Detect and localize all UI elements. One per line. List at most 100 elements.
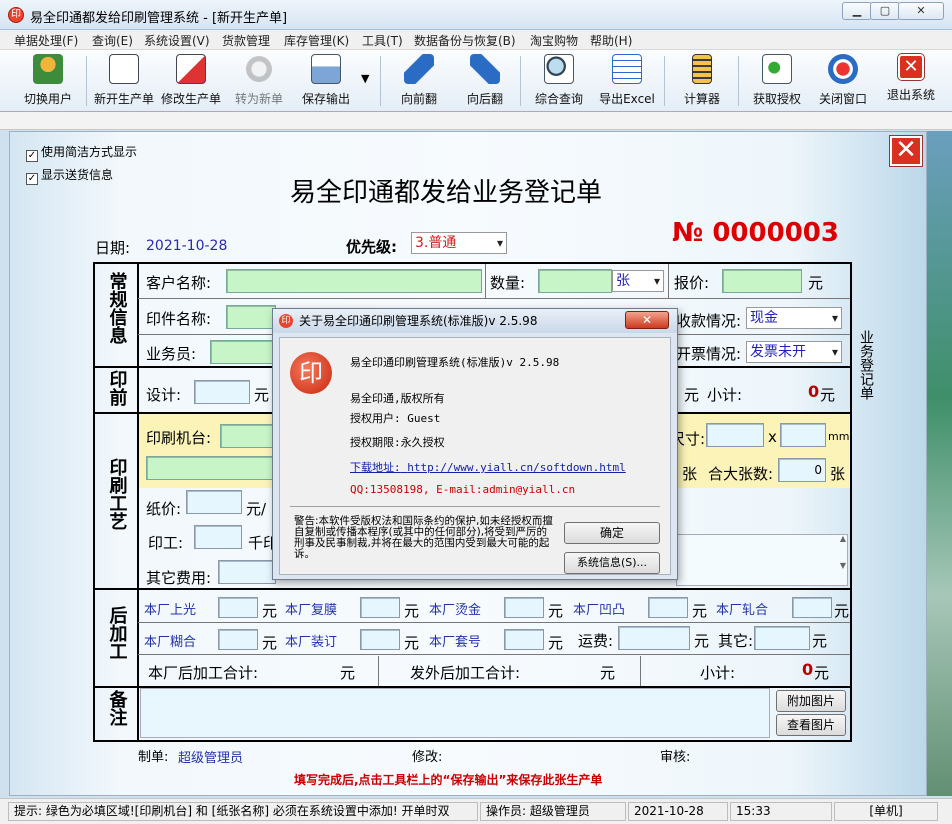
save-output-button[interactable]: 保存输出 (296, 52, 356, 110)
post-item-2-input[interactable] (360, 597, 400, 618)
switch-user-button[interactable]: 切换用户 (20, 52, 76, 110)
paper-price-label: 纸价: (146, 500, 182, 518)
dialog-divider (290, 506, 660, 507)
dialog-body: 印 易全印通印刷管理系统(标准版)v 2.5.98 易全印通,版权所有 授权用户… (279, 337, 671, 575)
post-item-7[interactable]: 本厂装订 (285, 631, 337, 650)
minimize-button[interactable]: ▁ (842, 2, 872, 20)
menu-taobao[interactable]: 淘宝购物 (530, 32, 578, 49)
exit-system-button[interactable]: ✕ 退出系统 (880, 52, 942, 110)
post-item-7-input[interactable] (360, 629, 400, 650)
post-item-4[interactable]: 本厂凹凸 (573, 599, 625, 618)
dialog-close-button[interactable]: ✕ (625, 311, 669, 329)
menu-backup[interactable]: 数据备份与恢复(B) (414, 32, 516, 49)
job-name-input[interactable] (226, 305, 276, 329)
users-icon (33, 54, 63, 84)
paper-name-input[interactable] (146, 456, 276, 480)
quote-input[interactable] (722, 269, 802, 293)
menu-query[interactable]: 查询(E) (92, 32, 133, 49)
quote-label: 报价: (674, 274, 710, 292)
post-item-5[interactable]: 本厂轧合 (716, 599, 768, 618)
system-info-button[interactable]: 系统信息(S)... (564, 552, 660, 574)
post-item-8[interactable]: 本厂套号 (429, 631, 481, 650)
design-input[interactable] (194, 380, 250, 404)
convert-new-button[interactable]: 转为新单 (230, 52, 288, 110)
post-item-6-input[interactable] (218, 629, 258, 650)
add-image-button[interactable]: 附加图片 (776, 690, 846, 712)
freight-input[interactable] (618, 626, 690, 650)
customer-input[interactable] (226, 269, 482, 293)
menu-settings[interactable]: 系统设置(V) (144, 32, 210, 49)
invoice-select[interactable]: 发票未开 (746, 341, 842, 363)
window-close-button[interactable]: ✕ (898, 2, 944, 20)
order-number: № 0000003 (672, 218, 839, 248)
licensed-user: 授权用户: Guest (350, 412, 441, 425)
query-button[interactable]: 综合查询 (530, 52, 588, 110)
paper-price-input[interactable] (186, 490, 242, 514)
post-item-8-input[interactable] (504, 629, 544, 650)
post-item-3-unit: 元 (548, 602, 564, 620)
post-item-3[interactable]: 本厂烫金 (429, 599, 481, 618)
simple-mode-checkbox[interactable]: ✓ 使用简洁方式显示 (26, 143, 137, 162)
post-item-1[interactable]: 本厂上光 (144, 599, 196, 618)
other-fee-label: 其它费用: (146, 569, 212, 587)
maximize-button[interactable]: ▢ (870, 2, 900, 20)
view-image-button[interactable]: 查看图片 (776, 714, 846, 736)
post-subtotal-unit: 元 (814, 664, 830, 682)
quantity-unit-select[interactable]: 张 (612, 270, 664, 292)
certificate-icon (762, 54, 792, 84)
date-value[interactable]: 2021-10-28 (146, 238, 227, 254)
status-hint: 提示: 绿色为必填区域![印刷机台] 和 [纸张名称] 必须在系统设置中添加! … (8, 802, 478, 821)
labor-input[interactable] (194, 525, 242, 549)
post-item-7-unit: 元 (404, 634, 420, 652)
new-order-button[interactable]: 新开生产单 (92, 52, 156, 110)
post-item-2[interactable]: 本厂复膜 (285, 599, 337, 618)
ok-button[interactable]: 确定 (564, 522, 660, 544)
menu-payments[interactable]: 货款管理 (222, 32, 270, 49)
side-note: 业务登记单 (858, 330, 874, 400)
priority-select[interactable]: 3.普通 (411, 232, 507, 254)
chevron-down-icon[interactable]: ▼ (361, 72, 369, 85)
post-item-1-unit: 元 (262, 602, 278, 620)
other-fee-input[interactable] (218, 560, 276, 584)
next-button[interactable]: 向后翻 (458, 52, 512, 110)
grid-line (640, 656, 641, 686)
scrollbar[interactable]: ▲ ▼ (838, 534, 848, 586)
download-link[interactable]: 下载地址: http://www.yiall.cn/softdown.html (350, 459, 626, 475)
post-item-6[interactable]: 本厂糊合 (144, 631, 196, 650)
export-excel-button[interactable]: 导出Excel (596, 52, 658, 110)
section-post-processing: 后加工 (106, 606, 128, 660)
quantity-input[interactable] (538, 269, 612, 293)
menu-help[interactable]: 帮助(H) (590, 32, 632, 49)
post-item-1-input[interactable] (218, 597, 258, 618)
post-item-5-input[interactable] (792, 597, 832, 618)
previous-button[interactable]: 向前翻 (392, 52, 446, 110)
status-date: 2021-10-28 (628, 802, 728, 821)
print-notes-textarea[interactable] (676, 534, 848, 586)
grid-line (850, 262, 852, 742)
app-icon: 印 (8, 7, 24, 23)
close-window-button[interactable]: 关闭窗口 (814, 52, 872, 110)
big-sheets-input[interactable]: 0 (778, 458, 826, 482)
menu-inventory[interactable]: 库存管理(K) (284, 32, 349, 49)
post-item-3-input[interactable] (504, 597, 544, 618)
calculator-button[interactable]: 计算器 (676, 52, 728, 110)
modify-label: 修改: (412, 750, 443, 765)
other-input[interactable] (754, 626, 810, 650)
post-item-4-input[interactable] (648, 597, 688, 618)
sales-input[interactable] (210, 340, 276, 364)
notes-textarea[interactable] (140, 688, 770, 738)
size-width-input[interactable] (706, 423, 764, 447)
close-form-button[interactable]: ✕ (890, 136, 922, 166)
edit-order-button[interactable]: 修改生产单 (158, 52, 224, 110)
show-delivery-checkbox[interactable]: ✓ 显示送货信息 (26, 166, 113, 185)
size-height-input[interactable] (780, 423, 826, 447)
payment-label: 收款情况: (676, 312, 742, 330)
menu-documents[interactable]: 单据处理(F) (14, 32, 78, 49)
size-unit: mm (828, 430, 850, 443)
get-license-button[interactable]: 获取授权 (746, 52, 808, 110)
press-input[interactable] (220, 424, 276, 448)
other-label: 其它: (718, 632, 754, 650)
menu-tools[interactable]: 工具(T) (362, 32, 403, 49)
payment-select[interactable]: 现金 (746, 307, 842, 329)
contact-info: QQ:13508198, E-mail:admin@yiall.cn (350, 483, 576, 496)
